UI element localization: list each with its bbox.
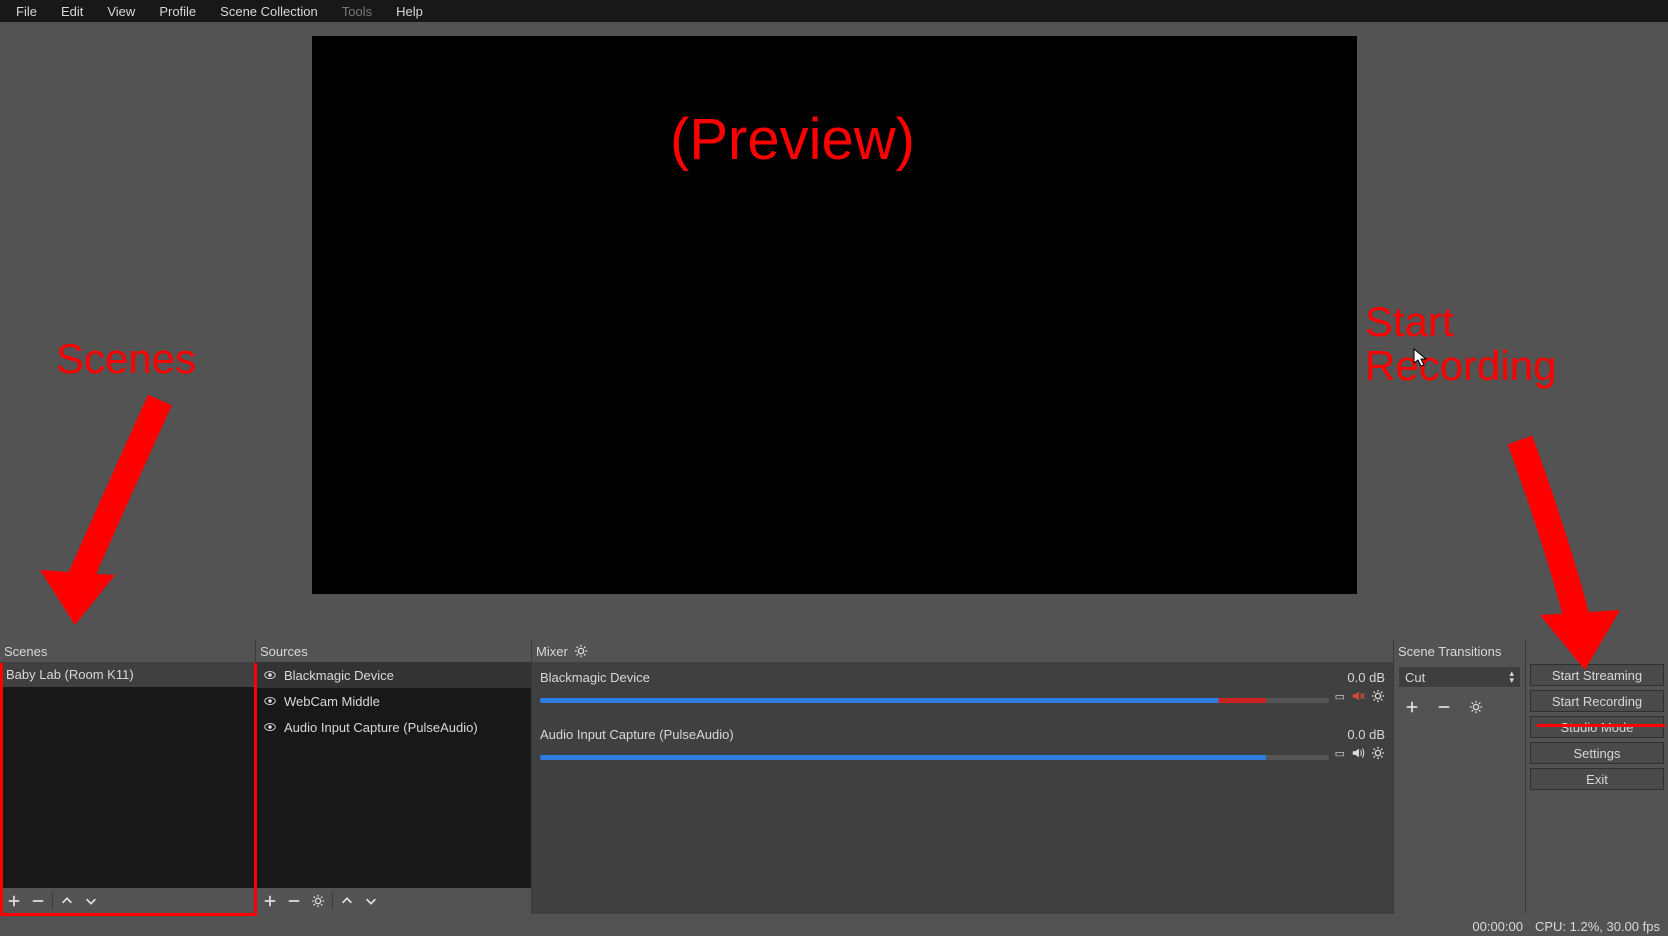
mixer-fader-handle[interactable]: ▭ — [1335, 690, 1345, 703]
source-item[interactable]: Audio Input Capture (PulseAudio) — [256, 714, 531, 740]
sources-add-button[interactable] — [258, 890, 282, 912]
status-bar: 00:00:00 CPU: 1.2%, 30.00 fps — [1472, 916, 1660, 936]
scene-item[interactable]: Baby Lab (Room K11) — [0, 662, 255, 687]
source-label: Audio Input Capture (PulseAudio) — [284, 720, 478, 735]
speaker-icon[interactable] — [1351, 746, 1365, 760]
dropdown-spinner-icon: ▴▾ — [1509, 670, 1514, 684]
menu-profile[interactable]: Profile — [147, 1, 208, 22]
source-label: WebCam Middle — [284, 694, 380, 709]
transition-add-button[interactable] — [1400, 696, 1424, 718]
visibility-icon[interactable] — [262, 667, 278, 683]
menu-bar: File Edit View Profile Scene Collection … — [0, 0, 1668, 22]
sources-header: Sources — [256, 640, 531, 662]
transitions-header: Scene Transitions — [1394, 640, 1525, 662]
transition-remove-button[interactable] — [1432, 696, 1456, 718]
mixer-channel: Audio Input Capture (PulseAudio) 0.0 dB … — [532, 719, 1393, 760]
source-label: Blackmagic Device — [284, 668, 394, 683]
visibility-icon[interactable] — [262, 693, 278, 709]
source-item[interactable]: Blackmagic Device — [256, 662, 531, 688]
sources-down-button[interactable] — [359, 890, 383, 912]
scenes-remove-button[interactable] — [26, 890, 50, 912]
menu-edit[interactable]: Edit — [49, 1, 95, 22]
mixer-title: Mixer — [536, 644, 568, 659]
scenes-panel: Scenes Baby Lab (Room K11) — [0, 640, 256, 914]
menu-file[interactable]: File — [4, 1, 49, 22]
mixer-channel: Blackmagic Device 0.0 dB ▭ — [532, 662, 1393, 703]
preview-area — [0, 22, 1668, 640]
menu-view[interactable]: View — [95, 1, 147, 22]
sources-remove-button[interactable] — [282, 890, 306, 912]
mixer-channel-settings-icon[interactable] — [1371, 746, 1385, 760]
studio-mode-button[interactable]: Studio Mode — [1530, 716, 1664, 738]
start-streaming-button[interactable]: Start Streaming — [1530, 664, 1664, 686]
mixer-volume-slider[interactable] — [540, 698, 1329, 703]
scenes-down-button[interactable] — [79, 890, 103, 912]
menu-help[interactable]: Help — [384, 1, 435, 22]
scenes-list[interactable]: Baby Lab (Room K11) — [0, 662, 255, 888]
source-item[interactable]: WebCam Middle — [256, 688, 531, 714]
mixer-settings-icon[interactable] — [574, 644, 588, 658]
transition-selected-label: Cut — [1405, 670, 1425, 685]
menu-scene-collection[interactable]: Scene Collection — [208, 1, 330, 22]
scenes-up-button[interactable] — [55, 890, 79, 912]
mixer-panel: Mixer Blackmagic Device 0.0 dB ▭ Audio I… — [532, 640, 1394, 914]
preview-canvas[interactable] — [312, 36, 1357, 594]
mixer-header: Mixer — [532, 640, 1393, 662]
mixer-fader-handle[interactable]: ▭ — [1335, 747, 1345, 760]
mixer-volume-slider[interactable] — [540, 755, 1329, 760]
transition-select[interactable]: Cut ▴▾ — [1398, 666, 1521, 688]
mixer-channel-db: 0.0 dB — [1347, 670, 1385, 685]
mixer-channel-settings-icon[interactable] — [1371, 689, 1385, 703]
menu-tools[interactable]: Tools — [330, 1, 384, 22]
settings-button[interactable]: Settings — [1530, 742, 1664, 764]
status-time: 00:00:00 — [1472, 919, 1523, 934]
transition-settings-button[interactable] — [1464, 696, 1488, 718]
start-recording-button[interactable]: Start Recording — [1530, 690, 1664, 712]
exit-button[interactable]: Exit — [1530, 768, 1664, 790]
sources-list[interactable]: Blackmagic Device WebCam Middle Audio In… — [256, 662, 531, 888]
scenes-toolbar — [0, 888, 255, 914]
status-cpu-fps: CPU: 1.2%, 30.00 fps — [1535, 919, 1660, 934]
mixer-channel-name: Blackmagic Device — [540, 670, 650, 685]
mixer-channel-db: 0.0 dB — [1347, 727, 1385, 742]
sources-panel: Sources Blackmagic Device WebCam Middle … — [256, 640, 532, 914]
transitions-panel: Scene Transitions Cut ▴▾ — [1394, 640, 1526, 914]
sources-up-button[interactable] — [335, 890, 359, 912]
controls-panel: Start Streaming Start Recording Studio M… — [1526, 640, 1668, 914]
mute-icon[interactable] — [1351, 689, 1365, 703]
sources-properties-button[interactable] — [306, 890, 330, 912]
visibility-icon[interactable] — [262, 719, 278, 735]
mixer-channel-name: Audio Input Capture (PulseAudio) — [540, 727, 734, 742]
sources-toolbar — [256, 888, 531, 914]
scenes-add-button[interactable] — [2, 890, 26, 912]
scenes-header: Scenes — [0, 640, 255, 662]
